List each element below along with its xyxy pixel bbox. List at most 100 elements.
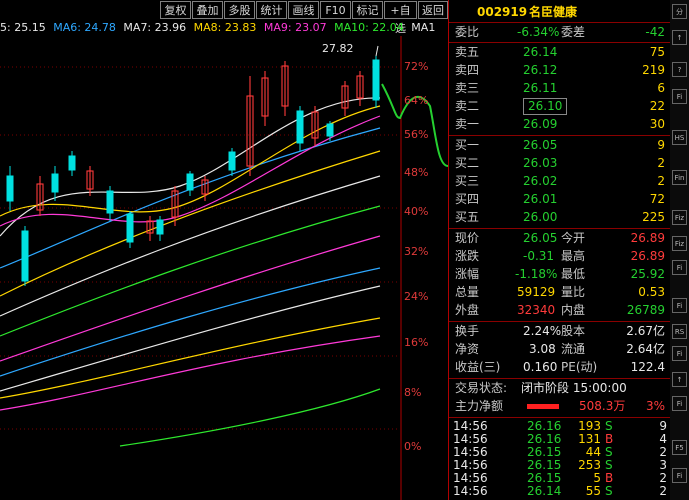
f3-icon[interactable]: Fi <box>672 260 687 275</box>
f6-icon[interactable]: Fi <box>672 396 687 411</box>
bid-label: 买二 <box>455 156 480 170</box>
overlay-button[interactable]: 叠加 <box>192 1 223 19</box>
fundamental-value: 0.160 <box>523 360 558 374</box>
fundamental-row: 收益(三) 0.160 PE(动) 122.4 <box>449 359 671 376</box>
stock-header: 002919 名臣健康 <box>449 4 671 22</box>
trade-status-value: 闭市阶段 15:00:00 <box>521 381 627 395</box>
fundamental-label: PE(动) <box>561 360 598 374</box>
ask-price: 26.10 <box>523 98 568 115</box>
fundamental-row: 换手 2.24% 股本 2.67亿 <box>449 323 671 340</box>
ma-item: MA6: 24.78 <box>53 21 116 34</box>
axis-tick: 64% <box>404 94 429 107</box>
fundamental-label: 换手 <box>455 324 480 338</box>
f4-icon[interactable]: Fi <box>672 298 687 313</box>
fundamental-value: 3.08 <box>529 342 556 356</box>
ask-label: 卖四 <box>455 63 480 77</box>
ma-item: MA1 <box>411 21 436 34</box>
quote-label: 总量 <box>455 285 480 299</box>
stats-button[interactable]: 统计 <box>256 1 287 19</box>
mark-button[interactable]: 标记 <box>352 1 383 19</box>
tick-row: 14:56 26.14 55 S 2 <box>449 483 671 500</box>
ask-row: 卖一 26.09 30 <box>449 116 671 133</box>
fundamental-label: 收益(三) <box>455 360 501 374</box>
ask-volume: 219 <box>642 63 665 77</box>
period-icon[interactable]: 分 <box>672 4 687 19</box>
ask-price: 26.11 <box>523 81 558 95</box>
quote-value: 25.92 <box>630 267 665 281</box>
quote-label: 外盘 <box>455 303 480 317</box>
multi-stock-button[interactable]: 多股 <box>224 1 255 19</box>
bid-row: 买五 26.00 225 <box>449 209 671 226</box>
fin-icon[interactable]: Fin <box>672 170 687 185</box>
tick-side: S <box>605 484 613 498</box>
f7-icon[interactable]: Fi <box>672 468 687 483</box>
add-watchlist-button[interactable]: +自选 <box>384 1 417 35</box>
quote-value: 26.89 <box>630 231 665 245</box>
kline-chart[interactable] <box>0 36 448 500</box>
trade-status-label: 交易状态: <box>455 381 508 395</box>
hs-icon[interactable]: HS <box>672 130 687 145</box>
quote-label: 今开 <box>561 231 586 245</box>
axis-tick: 8% <box>404 386 422 399</box>
bid-label: 买三 <box>455 174 480 188</box>
quote-label: 涨跌 <box>455 249 480 263</box>
ask-volume: 6 <box>657 81 665 95</box>
rsi-icon[interactable]: RS <box>672 324 687 339</box>
f10-button[interactable]: F10 <box>320 1 351 19</box>
fuquan-button[interactable]: 复权 <box>160 1 191 19</box>
fiz-icon[interactable]: Fiz <box>672 210 687 225</box>
f1-icon[interactable]: Fi <box>672 89 687 104</box>
quote-label: 现价 <box>455 231 480 245</box>
quote-label: 量比 <box>561 285 586 299</box>
quote-value: 26.89 <box>630 249 665 263</box>
fiz2-icon[interactable]: Fiz <box>672 236 687 251</box>
ma-legend: 5: 25.15 MA6: 24.78 MA7: 23.96 MA8: 23.8… <box>0 20 435 36</box>
draw-line-button[interactable]: 画线 <box>288 1 319 19</box>
quote-value: 26789 <box>626 303 665 317</box>
ask-label: 卖五 <box>455 45 480 59</box>
back-button[interactable]: 返回 <box>418 1 448 19</box>
ma-item: MA10: 22.04 <box>334 21 404 34</box>
quote-row: 外盘 32340 内盘 26789 <box>449 302 671 319</box>
ask-price: 26.14 <box>523 45 558 59</box>
bid-price: 26.05 <box>523 138 558 152</box>
quote-label: 最低 <box>561 267 586 281</box>
axis-tick: 40% <box>404 205 429 218</box>
bid-volume: 2 <box>657 174 665 188</box>
bid-label: 买五 <box>455 210 480 224</box>
bid-price: 26.03 <box>523 156 558 170</box>
bid-label: 买一 <box>455 138 480 152</box>
tick-time: 14:56 <box>453 484 488 498</box>
fundamental-value: 2.64亿 <box>626 342 665 356</box>
quote-value: 32340 <box>517 303 556 317</box>
ask-volume: 30 <box>649 117 665 131</box>
ask-row: 卖五 26.14 75 <box>449 44 671 61</box>
fundamental-value: 2.24% <box>523 324 562 338</box>
ask-price: 26.12 <box>523 63 558 77</box>
order-diff-value: -42 <box>645 25 665 39</box>
bid-row: 买三 26.02 2 <box>449 173 671 190</box>
ma-item: MA7: 23.96 <box>123 21 187 34</box>
help-icon[interactable]: ? <box>672 62 687 77</box>
quote-row: 涨跌 -0.31 最高 26.89 <box>449 248 671 265</box>
bid-price: 26.00 <box>523 210 558 224</box>
axis-tick: 0% <box>404 440 422 453</box>
fundamental-label: 净资 <box>455 342 480 356</box>
order-diff-label: 委差 <box>561 25 586 39</box>
fi-icon[interactable]: Fi <box>672 346 687 361</box>
quote-value: 59129 <box>517 285 556 299</box>
f5-icon[interactable]: F5 <box>672 440 687 455</box>
trade-status-row: 交易状态: 闭市阶段 15:00:00 <box>449 380 671 397</box>
ask-label: 卖二 <box>455 99 480 113</box>
up-arrow-icon[interactable]: ↑ <box>672 30 687 45</box>
quote-panel: 002919 名臣健康 委比 -6.34% 委差 -42 卖五 26.14 75… <box>448 0 671 500</box>
bid-row: 买一 26.05 9 <box>449 137 671 154</box>
arrow-up-icon[interactable]: ↑ <box>672 372 687 387</box>
bid-volume: 72 <box>649 192 665 206</box>
fundamental-value: 2.67亿 <box>626 324 665 338</box>
bid-volume: 225 <box>642 210 665 224</box>
main-flow-bar <box>527 404 559 409</box>
ask-label: 卖三 <box>455 81 480 95</box>
quote-row: 涨幅 -1.18% 最低 25.92 <box>449 266 671 283</box>
bid-label: 买四 <box>455 192 480 206</box>
